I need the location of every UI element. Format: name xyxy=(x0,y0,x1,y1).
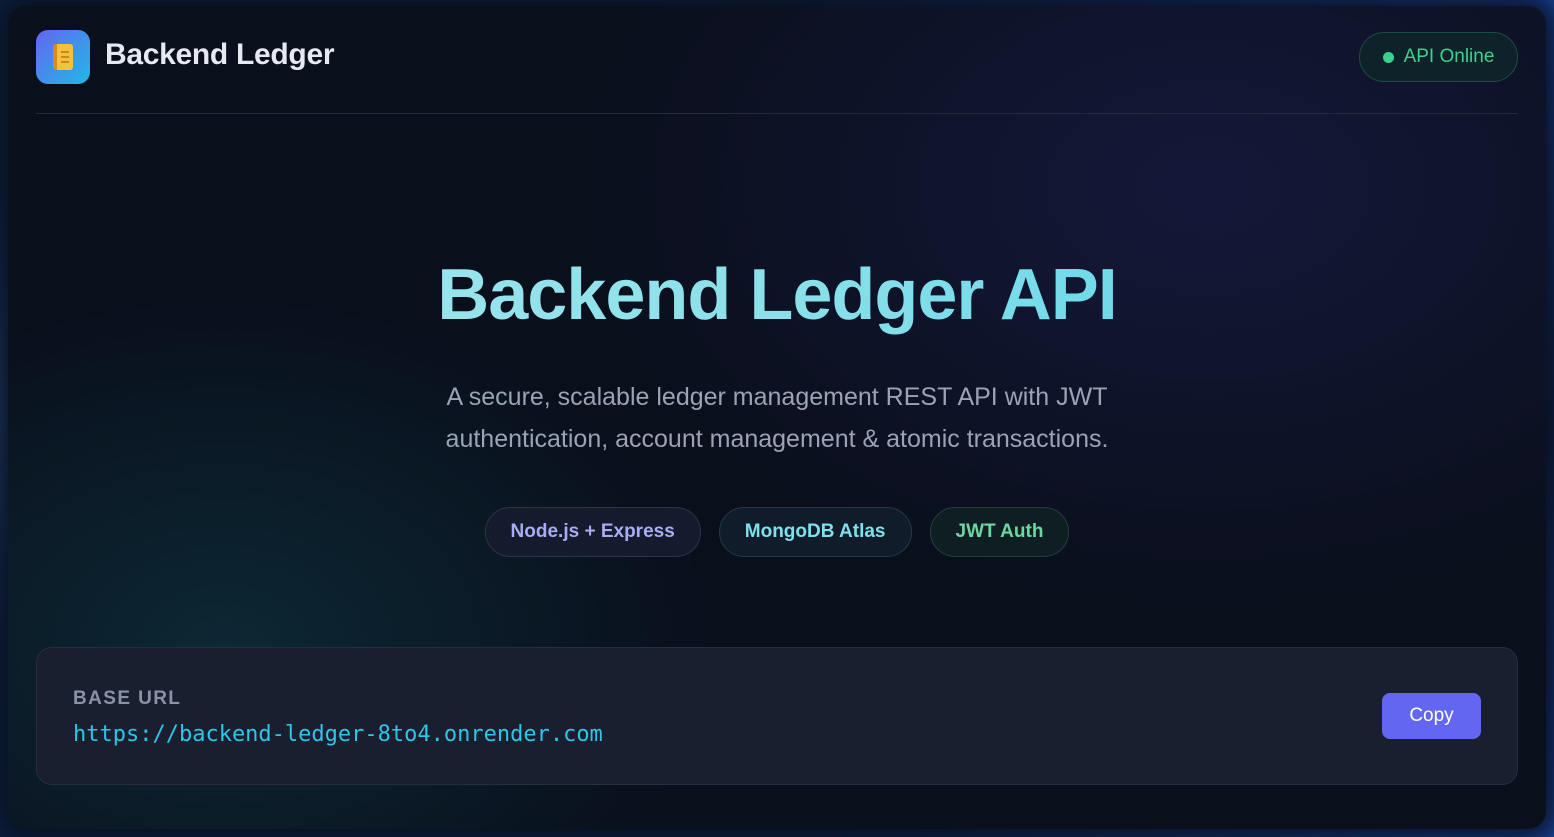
base-url-value[interactable]: https://backend-ledger-8to4.onrender.com xyxy=(73,722,603,747)
tag-mongodb-atlas: MongoDB Atlas xyxy=(718,507,912,557)
header: Backend Ledger API Online xyxy=(36,30,1518,114)
base-url-card: BASE URL https://backend-ledger-8to4.onr… xyxy=(36,647,1518,785)
status-dot-icon xyxy=(1382,51,1394,63)
tag-jwt-auth: JWT Auth xyxy=(929,507,1070,557)
hero-title: Backend Ledger API xyxy=(8,254,1546,336)
status-badge: API Online xyxy=(1359,32,1518,82)
window-backdrop: Backend Ledger API Online Backend Ledger… xyxy=(0,0,1554,837)
hero-description: A secure, scalable ledger management RES… xyxy=(445,383,1109,453)
tag-nodejs-express: Node.js + Express xyxy=(484,507,701,557)
page: Backend Ledger API Online Backend Ledger… xyxy=(8,6,1546,829)
brand-name[interactable]: Backend Ledger xyxy=(105,38,335,72)
status-text: API Online xyxy=(1403,46,1495,67)
tech-tags: Node.js + Express MongoDB Atlas JWT Auth xyxy=(8,507,1546,557)
copy-button[interactable]: Copy xyxy=(1382,693,1481,739)
logo[interactable] xyxy=(36,30,90,84)
base-url-label: BASE URL xyxy=(73,688,182,709)
notebook-icon xyxy=(53,44,73,70)
